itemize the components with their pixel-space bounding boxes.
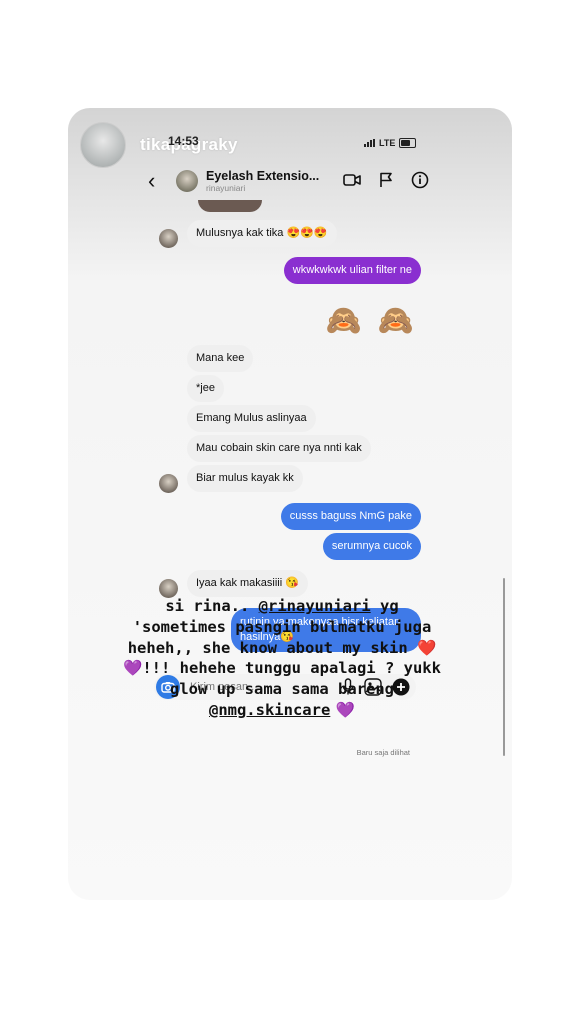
message-outgoing[interactable]: wkwkwkwk ulian filter ne	[283, 257, 421, 284]
chat-subtitle: rinayuniari	[206, 183, 246, 193]
message-incoming[interactable]: Mana kee	[187, 345, 254, 372]
header-actions	[342, 170, 430, 190]
sender-avatar	[159, 229, 178, 248]
chat-avatar[interactable]	[176, 170, 198, 192]
shared-image[interactable]	[198, 200, 262, 212]
message-incoming[interactable]: Iyaa kak makasiiii 😘	[187, 570, 308, 597]
message-incoming[interactable]: Biar mulus kayak kk	[187, 465, 303, 492]
network-label: LTE	[379, 138, 396, 148]
message-outgoing-emoji[interactable]: 🙈 🙈	[326, 304, 418, 338]
status-indicators: LTE	[364, 138, 417, 148]
chat-title: Eyelash Extensio...	[206, 169, 320, 183]
story-avatar[interactable]	[80, 122, 126, 168]
story-card: tikapagraky 14:53 LTE ‹ Eyelash Extensio…	[68, 108, 512, 900]
battery-icon	[399, 138, 417, 148]
message-incoming[interactable]: *jee	[187, 375, 224, 402]
status-time: 14:53	[168, 134, 199, 148]
message-incoming[interactable]: Mau cobain skin care nya nnti kak	[187, 435, 371, 462]
signal-icon	[364, 139, 375, 147]
mention-nmg-skincare[interactable]: @nmg.skincare	[209, 701, 330, 719]
info-icon[interactable]	[410, 170, 430, 190]
mention-rinayuniari[interactable]: @rinayuniari	[259, 597, 371, 615]
message-outgoing[interactable]: serumnya cucok	[322, 533, 421, 560]
seen-status: Baru saja dilihat	[356, 748, 410, 757]
message-incoming[interactable]: Mulusnya kak tika 😍😍😍	[187, 220, 337, 247]
flag-icon[interactable]	[376, 170, 396, 190]
scrollbar[interactable]	[503, 578, 505, 756]
caption-text: 💜	[330, 700, 356, 719]
chat-title-block[interactable]: Eyelash Extensio... rinayuniari	[206, 169, 319, 193]
video-call-icon[interactable]	[342, 170, 362, 190]
caption-text: si rina..	[165, 597, 259, 615]
back-icon[interactable]: ‹	[148, 170, 168, 192]
story-caption: si rina.. @rinayuniari yg 'sometimes pas…	[120, 596, 444, 721]
chat-header: ‹ Eyelash Extensio... rinayuniari	[148, 162, 430, 200]
sender-avatar	[159, 474, 178, 493]
message-incoming[interactable]: Emang Mulus aslinyaa	[187, 405, 316, 432]
message-outgoing[interactable]: cusss baguss NmG pake	[280, 503, 421, 530]
